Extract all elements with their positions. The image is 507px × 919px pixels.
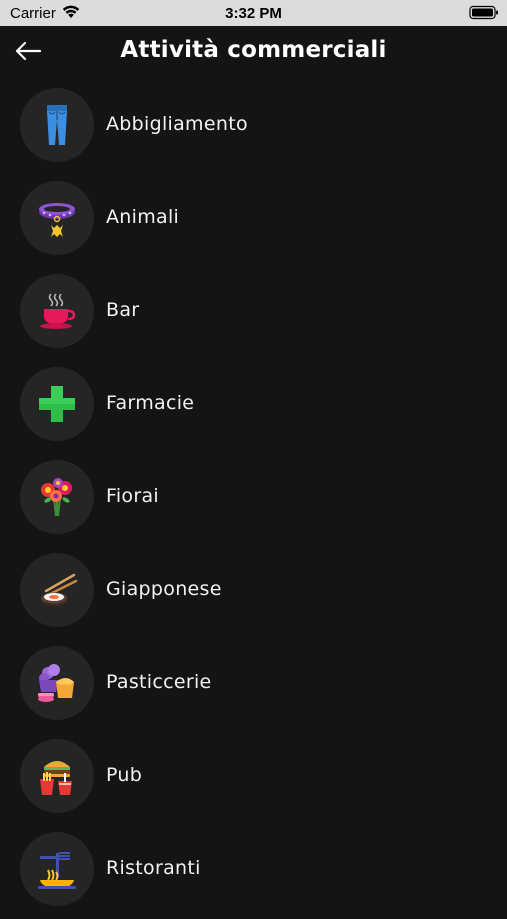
icon-circle	[20, 460, 94, 534]
icon-circle	[20, 181, 94, 255]
list-item-ristoranti[interactable]: Ristoranti	[0, 826, 507, 919]
list-item-pasticcerie[interactable]: Pasticcerie	[0, 640, 507, 733]
status-bar: Carrier 3:32 PM	[0, 0, 507, 26]
burger-icon	[40, 761, 72, 795]
item-label: Pub	[106, 764, 143, 786]
icon-circle	[20, 88, 94, 162]
item-label: Abbigliamento	[106, 113, 248, 135]
pet-collar-icon	[39, 203, 75, 237]
flower-bouquet-icon	[41, 478, 72, 517]
list-item-farmacie[interactable]: Farmacie	[0, 361, 507, 454]
battery-icon	[469, 5, 498, 20]
item-label: Ristoranti	[106, 857, 201, 879]
icon-circle	[20, 553, 94, 627]
list-item-fiorai[interactable]: Fiorai	[0, 454, 507, 547]
status-time: 3:32 PM	[225, 5, 282, 22]
icon-circle	[20, 832, 94, 906]
page-title: Attività commerciali	[120, 37, 387, 63]
jeans-icon	[47, 105, 67, 145]
list-item-bar[interactable]: Bar	[0, 268, 507, 361]
coffee-cup-icon	[40, 293, 76, 329]
item-label: Fiorai	[106, 485, 159, 507]
icon-circle	[20, 274, 94, 348]
item-label: Farmacie	[106, 392, 195, 414]
sushi-icon	[41, 573, 78, 606]
navigation-bar: Attività commerciali	[0, 26, 507, 82]
pharmacy-cross-icon	[39, 386, 75, 422]
item-label: Giapponese	[106, 578, 222, 600]
icon-circle	[20, 739, 94, 813]
cupcake-icon	[38, 664, 74, 702]
item-label: Pasticcerie	[106, 671, 212, 693]
icon-circle	[20, 367, 94, 441]
list-item-pub[interactable]: Pub	[0, 733, 507, 826]
icon-circle	[20, 646, 94, 720]
list-item-giapponese[interactable]: Giapponese	[0, 547, 507, 640]
pasta-icon	[38, 852, 76, 889]
list-item-animali[interactable]: Animali	[0, 175, 507, 268]
item-label: Bar	[106, 299, 140, 321]
item-label: Animali	[106, 206, 180, 228]
list-item-abbigliamento[interactable]: Abbigliamento	[0, 82, 507, 175]
